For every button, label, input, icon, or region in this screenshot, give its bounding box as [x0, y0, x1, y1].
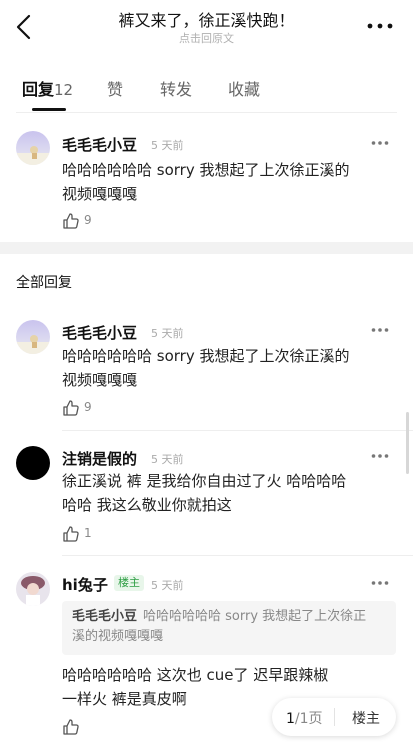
avatar[interactable]	[16, 131, 50, 165]
thumbs-up-icon	[63, 719, 79, 735]
tab-likes[interactable]: 赞	[107, 76, 123, 100]
more-icon[interactable]	[371, 453, 389, 459]
active-tab-indicator	[32, 108, 66, 111]
chevron-left-icon[interactable]	[14, 14, 34, 40]
comment-text: 哈哈哈哈哈哈 sorry 我想起了上次徐正溪的 视频嘎嘎嘎	[62, 347, 350, 389]
top-bar: 裤又来了，徐正溪快跑！ 点击回原文	[0, 0, 413, 50]
thumbs-up-icon	[63, 213, 79, 229]
timestamp: 5 天前	[151, 579, 184, 592]
avatar[interactable]	[16, 572, 50, 606]
quoted-text: 溪的视频嘎嘎嘎	[72, 629, 164, 644]
tab-replies[interactable]: 回复12	[22, 76, 73, 100]
reply-count: 12	[54, 81, 74, 99]
like-count: 9	[84, 400, 92, 414]
divider	[62, 430, 413, 431]
avatar[interactable]	[16, 320, 50, 354]
section-title: 全部回复	[16, 275, 72, 291]
comment-text: 哈哈哈哈哈哈 sorry 我想起了上次徐正溪的 视频嘎嘎嘎	[62, 161, 350, 203]
thumbs-up-icon	[63, 400, 79, 416]
back-to-post-link[interactable]: 点击回原文	[60, 32, 353, 46]
like-button[interactable]: 9	[62, 399, 102, 417]
username[interactable]: 注销是假的	[62, 448, 137, 469]
quoted-text: 哈哈哈哈哈哈 sorry 我想起了上次徐正	[143, 609, 367, 624]
timestamp: 5 天前	[151, 139, 184, 152]
pagination-control: 1/1页 楼主	[272, 698, 396, 736]
like-count: 1	[84, 526, 92, 540]
page-title: 裤又来了，徐正溪快跑！	[118, 11, 295, 30]
title-block[interactable]: 裤又来了，徐正溪快跑！ 点击回原文	[60, 10, 353, 46]
quoted-reply[interactable]: 毛毛毛小豆 哈哈哈哈哈哈 sorry 我想起了上次徐正 溪的视频嘎嘎嘎	[62, 601, 396, 655]
username[interactable]: 毛毛毛小豆	[62, 134, 137, 155]
more-horizontal-icon[interactable]	[367, 22, 393, 30]
section-gap	[0, 242, 413, 254]
divider	[62, 555, 413, 556]
timestamp: 5 天前	[151, 453, 184, 466]
like-button[interactable]: 1	[62, 525, 102, 543]
owner-badge: 楼主	[114, 575, 144, 591]
more-icon[interactable]	[371, 140, 389, 146]
tab-bar: 回复12 赞 转发 收藏	[0, 70, 413, 111]
more-icon[interactable]	[371, 580, 389, 586]
like-button[interactable]	[62, 718, 102, 736]
divider	[334, 708, 335, 726]
tab-reposts[interactable]: 转发	[160, 76, 192, 100]
page-indicator[interactable]: 1/1页	[286, 708, 323, 728]
scrollbar[interactable]	[406, 412, 409, 474]
tab-favorites[interactable]: 收藏	[228, 76, 260, 100]
username[interactable]: 毛毛毛小豆	[62, 322, 137, 343]
divider	[16, 112, 397, 113]
avatar[interactable]	[16, 446, 50, 480]
username[interactable]: hi兔子	[62, 574, 108, 595]
quoted-username: 毛毛毛小豆	[72, 609, 138, 624]
comment-text: 徐正溪说 裤 是我给你自由过了火 哈哈哈哈 哈哈 我这么敬业你就拍这	[62, 472, 347, 514]
like-count: 9	[84, 213, 92, 227]
thumbs-up-icon	[63, 526, 79, 542]
like-button[interactable]: 9	[62, 212, 102, 230]
timestamp: 5 天前	[151, 327, 184, 340]
jump-to-owner-button[interactable]: 楼主	[352, 708, 380, 728]
more-icon[interactable]	[371, 327, 389, 333]
